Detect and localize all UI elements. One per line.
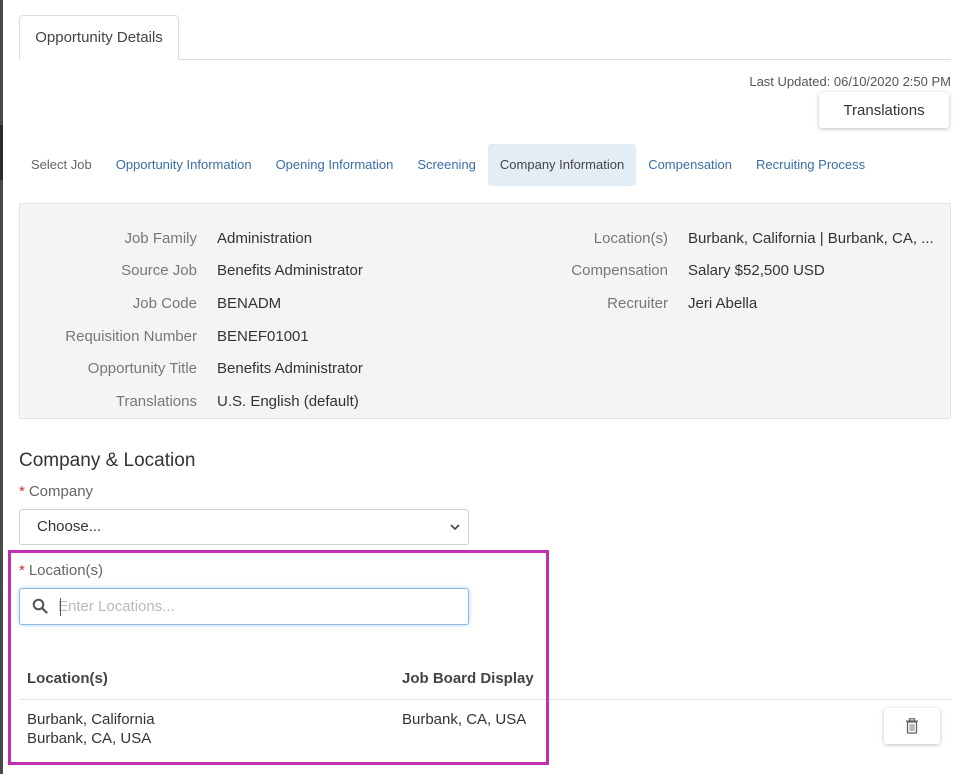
summary-value: Salary $52,500 USD <box>688 262 825 280</box>
company-select[interactable]: Choose... <box>19 509 469 545</box>
summary-left-column: Job Family Administration Source Job Ben… <box>20 222 363 418</box>
text-caret <box>60 598 61 616</box>
summary-value: Administration <box>217 229 313 247</box>
locations-search-input[interactable] <box>58 589 458 624</box>
section-title-company-location: Company & Location <box>19 450 196 471</box>
summary-row-recruiter: Recruiter Jeri Abella <box>488 287 934 320</box>
summary-label: Compensation <box>571 262 668 280</box>
step-company-information[interactable]: Company Information <box>487 144 637 186</box>
last-updated-text: Last Updated: 06/10/2020 2:50 PM <box>749 74 951 89</box>
step-recruiting-process[interactable]: Recruiting Process <box>744 144 877 186</box>
summary-value: BENADM <box>217 294 282 312</box>
company-label-text: Company <box>28 483 94 500</box>
table-header: Location(s) Job Board Display <box>19 660 951 700</box>
summary-label: Job Code <box>132 294 197 312</box>
summary-label: Source Job <box>121 262 197 280</box>
search-icon <box>32 598 48 614</box>
location-line: Burbank, California <box>27 711 155 728</box>
summary-value: Burbank, California | Burbank, CA, ... <box>688 229 934 247</box>
locations-field-label: * Location(s) <box>19 562 103 579</box>
window-edge <box>0 0 3 774</box>
column-header-job-board-display: Job Board Display <box>402 670 534 687</box>
step-opportunity-information[interactable]: Opportunity Information <box>104 144 264 186</box>
trash-icon <box>906 718 918 734</box>
step-screening[interactable]: Screening <box>405 144 488 186</box>
summary-value: Benefits Administrator <box>217 262 363 280</box>
summary-label: Requisition Number <box>65 327 197 345</box>
step-select-job[interactable]: Select Job <box>19 144 104 186</box>
summary-row-source-job: Source Job Benefits Administrator <box>20 255 363 288</box>
summary-value: U.S. English (default) <box>217 392 359 410</box>
summary-row-compensation: Compensation Salary $52,500 USD <box>488 255 934 288</box>
company-selected-value: Choose... <box>37 518 102 535</box>
location-cell: Burbank, California Burbank, CA, USA <box>27 710 155 748</box>
required-marker: * <box>19 483 25 500</box>
locations-label-text: Location(s) <box>28 562 104 579</box>
summary-row-job-code: Job Code BENADM <box>20 287 363 320</box>
tab-bar: Opportunity Details <box>19 15 951 60</box>
summary-value: BENEF01001 <box>217 327 309 345</box>
job-board-display-cell: Burbank, CA, USA <box>402 711 527 728</box>
summary-label: Job Family <box>124 229 197 247</box>
company-field-label: * Company <box>19 483 93 500</box>
step-opening-information[interactable]: Opening Information <box>264 144 406 186</box>
opportunity-summary-panel: Job Family Administration Source Job Ben… <box>19 203 951 419</box>
summary-row-job-family: Job Family Administration <box>20 222 363 255</box>
table-row: Burbank, California Burbank, CA, USA Bur… <box>19 700 951 770</box>
summary-label: Translations <box>115 392 197 410</box>
summary-row-translations: Translations U.S. English (default) <box>20 385 363 418</box>
column-header-locations: Location(s) <box>27 670 108 687</box>
tab-opportunity-details[interactable]: Opportunity Details <box>19 15 179 60</box>
summary-label: Opportunity Title <box>87 360 197 378</box>
required-marker: * <box>19 562 25 579</box>
summary-right-column: Location(s) Burbank, California | Burban… <box>488 222 934 320</box>
summary-value: Jeri Abella <box>688 294 758 312</box>
location-line: Burbank, CA, USA <box>27 730 152 747</box>
delete-location-button[interactable] <box>884 708 940 744</box>
locations-search-field[interactable] <box>19 588 469 625</box>
summary-value: Benefits Administrator <box>217 360 363 378</box>
step-nav: Select Job Opportunity Information Openi… <box>19 144 877 186</box>
chevron-down-icon <box>450 510 460 557</box>
summary-row-opportunity-title: Opportunity Title Benefits Administrator <box>20 352 363 385</box>
summary-row-requisition-number: Requisition Number BENEF01001 <box>20 320 363 353</box>
summary-row-locations: Location(s) Burbank, California | Burban… <box>488 222 934 255</box>
summary-label: Location(s) <box>593 229 668 247</box>
summary-label: Recruiter <box>607 294 668 312</box>
step-compensation[interactable]: Compensation <box>636 144 744 186</box>
locations-table: Location(s) Job Board Display Burbank, C… <box>19 660 951 770</box>
translations-button[interactable]: Translations <box>819 92 949 128</box>
